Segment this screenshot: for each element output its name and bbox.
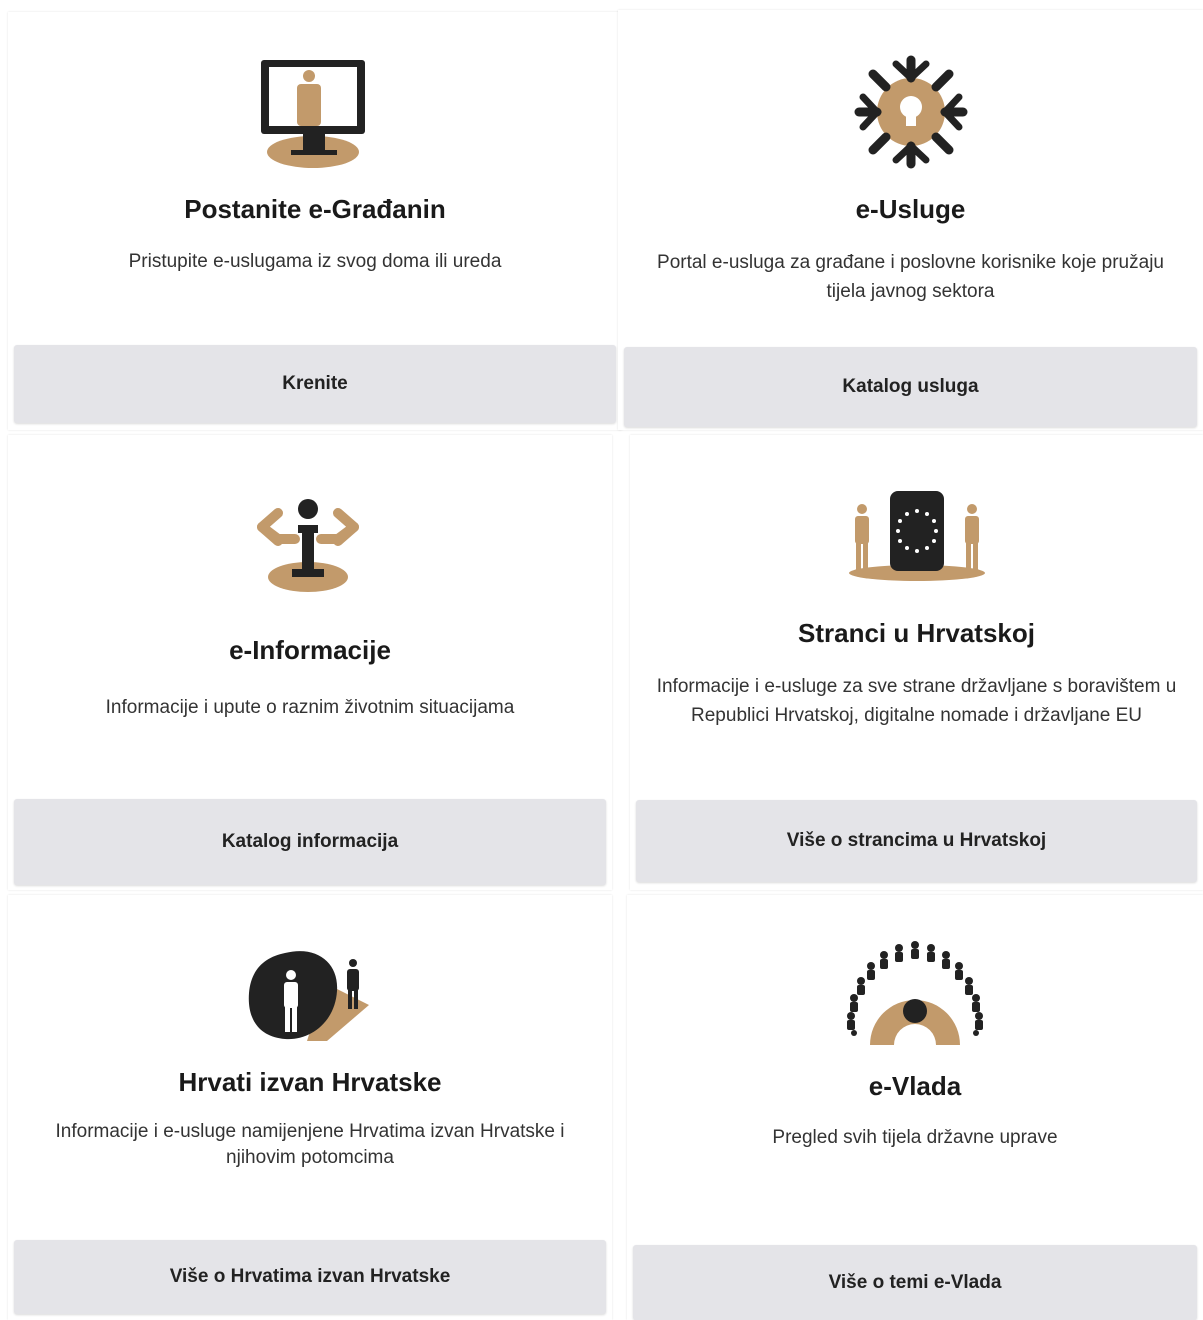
start-button[interactable]: Krenite <box>14 345 616 423</box>
card-title: e-Vlada <box>868 1071 962 1101</box>
card-title: e-Usluge <box>855 194 966 224</box>
eu-flag-people-icon <box>630 487 1203 583</box>
card-e-services: e-Usluge Portal e-usluga za građane i po… <box>618 10 1203 430</box>
card-title: Postanite e-Građanin <box>184 194 446 224</box>
card-title: e-Informacije <box>229 635 391 665</box>
croatians-abroad-icon <box>8 945 612 1045</box>
information-person-icon <box>8 495 612 605</box>
more-about-foreigners-button[interactable]: Više o strancima u Hrvatskoj <box>636 800 1197 882</box>
more-about-croatians-abroad-button[interactable]: Više o Hrvatima izvan Hrvatske <box>14 1240 606 1314</box>
card-title: Hrvati izvan Hrvatske <box>178 1067 442 1097</box>
card-foreigners: Stranci u Hrvatskoj Informacije i e-uslu… <box>630 435 1203 890</box>
e-services-arrows-icon <box>618 52 1203 172</box>
card-description: Pregled svih tijela državne uprave <box>772 1127 1058 1148</box>
card-description: Pristupite e-uslugama iz svog doma ili u… <box>128 251 502 272</box>
card-description: Informacije i e-usluge namijenjene Hrvat… <box>55 1121 565 1168</box>
card-croatians-abroad: Hrvati izvan Hrvatske Informacije i e-us… <box>8 895 612 1320</box>
card-title: Stranci u Hrvatskoj <box>798 618 1035 648</box>
more-about-e-government-button[interactable]: Više o temi e-Vlada <box>633 1245 1197 1320</box>
card-description: Portal e-usluga za građane i poslovne ko… <box>657 252 1164 302</box>
card-description: Informacije i e-usluge za sve strane drž… <box>656 676 1177 726</box>
card-e-citizen: Postanite e-Građanin Pristupite e-usluga… <box>8 12 622 430</box>
card-e-information: e-Informacije Informacije i upute o razn… <box>8 435 612 890</box>
e-government-people-circle-icon <box>627 937 1203 1049</box>
e-citizen-monitor-icon <box>8 56 622 174</box>
information-catalog-button[interactable]: Katalog informacija <box>14 799 606 885</box>
service-catalog-button[interactable]: Katalog usluga <box>624 347 1197 427</box>
card-description: Informacije i upute o raznim životnim si… <box>105 697 515 718</box>
card-e-government: e-Vlada Pregled svih tijela državne upra… <box>627 895 1203 1320</box>
